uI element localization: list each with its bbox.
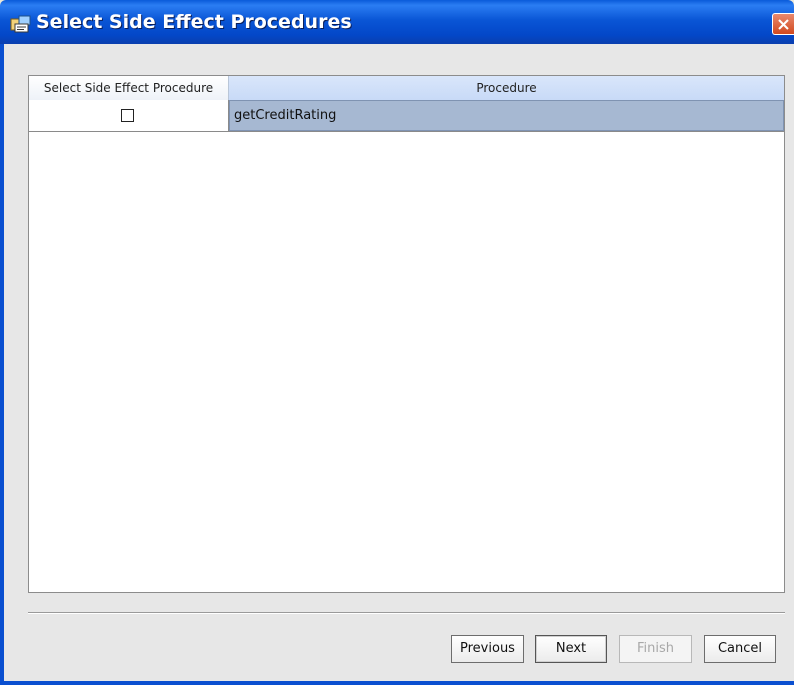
select-procedure-checkbox[interactable]: [121, 109, 134, 122]
button-separator: [28, 612, 785, 614]
procedures-table: Select Side Effect Procedure Procedure g…: [28, 75, 785, 593]
procedure-cell[interactable]: getCreditRating: [229, 100, 784, 131]
column-header-procedure[interactable]: Procedure: [229, 76, 784, 100]
close-button[interactable]: [772, 13, 794, 35]
title-bar[interactable]: Select Side Effect Procedures: [0, 0, 794, 44]
window-title: Select Side Effect Procedures: [36, 11, 352, 33]
next-button[interactable]: Next: [535, 635, 607, 663]
cancel-button[interactable]: Cancel: [704, 635, 776, 663]
window-frame-bottom: [0, 681, 794, 685]
dialog-window: Select Side Effect Procedures Select Sid…: [0, 0, 794, 685]
app-icon: [10, 15, 32, 33]
previous-button[interactable]: Previous: [451, 635, 524, 663]
select-cell[interactable]: [29, 100, 229, 131]
finish-button[interactable]: Finish: [619, 635, 692, 663]
table-header: Select Side Effect Procedure Procedure: [29, 76, 784, 101]
close-icon: [778, 19, 789, 30]
table-row[interactable]: getCreditRating: [29, 100, 784, 132]
column-header-select[interactable]: Select Side Effect Procedure: [29, 76, 229, 100]
